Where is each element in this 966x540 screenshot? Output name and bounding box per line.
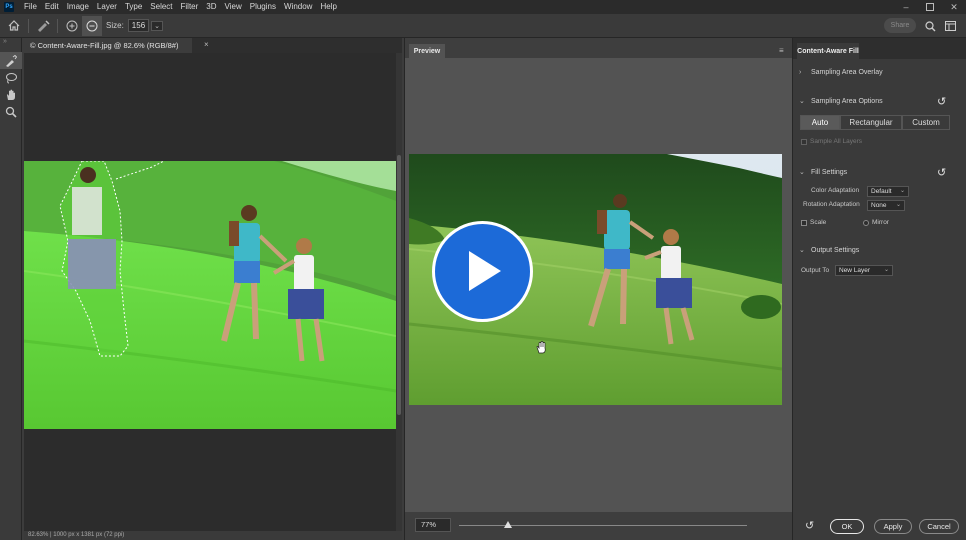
size-input[interactable]: 156: [127, 19, 150, 32]
chevron-down-icon: ⌄: [799, 247, 805, 254]
menu-bar: Ps File Edit Image Layer Type Select Fil…: [0, 0, 966, 14]
section-sampling-overlay[interactable]: › Sampling Area Overlay: [799, 69, 883, 76]
reset-icon[interactable]: ↺: [937, 166, 949, 179]
tools-panel: »: [0, 38, 22, 540]
preview-zoom-bar: 77%: [405, 512, 793, 540]
sampling-custom-button[interactable]: Custom: [902, 115, 950, 130]
section-label: Sampling Area Options: [811, 97, 883, 105]
rotation-adaptation-dropdown[interactable]: None ⌄: [867, 200, 905, 211]
mirror-checkbox[interactable]: [863, 220, 869, 226]
divider: [57, 18, 58, 33]
menu-file[interactable]: File: [20, 0, 41, 14]
dropdown-value: None: [871, 202, 887, 209]
reset-all-icon[interactable]: ↺: [805, 519, 814, 532]
menu-help[interactable]: Help: [316, 0, 340, 14]
size-label: Size:: [106, 21, 124, 30]
output-to-label: Output To: [801, 267, 830, 274]
document-canvas[interactable]: [24, 53, 396, 531]
section-sampling-options[interactable]: ⌄ Sampling Area Options: [799, 97, 883, 106]
hand-cursor-icon: [536, 341, 547, 356]
document-scrollbar-thumb[interactable]: [397, 155, 401, 415]
zoom-slider-thumb[interactable]: [503, 521, 512, 528]
apply-button[interactable]: Apply: [874, 519, 912, 534]
subtract-mode-icon[interactable]: [82, 15, 102, 36]
document-tab[interactable]: © Content-Aware-Fill.jpg @ 82.6% (RGB/8#…: [24, 38, 192, 53]
dropdown-value: New Layer: [839, 267, 871, 274]
home-icon[interactable]: [4, 16, 24, 36]
menu-image[interactable]: Image: [63, 0, 93, 14]
scale-checkbox[interactable]: [801, 220, 807, 226]
toolbar-collapse-icon[interactable]: »: [0, 38, 21, 52]
chevron-right-icon: ›: [799, 69, 802, 76]
document-title: © Content-Aware-Fill.jpg @ 82.6% (RGB/8#…: [30, 41, 179, 50]
chevron-down-icon: ⌄: [883, 267, 889, 273]
panel-menu-icon[interactable]: ≡: [779, 46, 784, 55]
menu-select[interactable]: Select: [146, 0, 176, 14]
scale-label: Scale: [810, 219, 827, 226]
rotation-adaptation-label: Rotation Adaptation: [803, 201, 860, 208]
menu-layer[interactable]: Layer: [93, 0, 121, 14]
color-adaptation-label: Color Adaptation: [811, 187, 860, 194]
chevron-down-icon: ⌄: [799, 169, 805, 176]
options-bar: Size: 156 ⌄: [0, 14, 966, 38]
menu-3d[interactable]: 3D: [202, 0, 220, 14]
workspace-icon[interactable]: [940, 16, 960, 36]
output-to-dropdown[interactable]: New Layer ⌄: [835, 265, 893, 276]
close-window-icon[interactable]: ✕: [942, 0, 966, 14]
play-button[interactable]: [432, 221, 533, 322]
brush-tool-preset-icon[interactable]: [33, 16, 53, 36]
maximize-icon[interactable]: [918, 0, 942, 14]
section-label: Output Settings: [811, 246, 860, 254]
zoom-tool-icon[interactable]: [0, 103, 22, 120]
section-label: Fill Settings: [811, 168, 848, 176]
tab-content-aware-fill[interactable]: Content-Aware Fill: [797, 43, 859, 59]
lasso-tool-icon[interactable]: [0, 69, 22, 86]
minimize-icon[interactable]: –: [894, 0, 918, 14]
section-label: Sampling Area Overlay: [811, 69, 883, 76]
menu-plugins[interactable]: Plugins: [246, 0, 280, 14]
close-document-icon[interactable]: ×: [204, 40, 209, 49]
photoshop-logo: Ps: [4, 2, 14, 12]
cancel-button[interactable]: Cancel: [919, 519, 959, 534]
document-status-bar: 82.63% | 1000 px x 1381 px (72 ppi): [24, 531, 402, 540]
tab-preview[interactable]: Preview: [409, 44, 445, 58]
section-output-settings[interactable]: ⌄ Output Settings: [799, 246, 860, 255]
document-photo: [24, 161, 396, 429]
document-tab-bar: © Content-Aware-Fill.jpg @ 82.6% (RGB/8#…: [24, 38, 402, 53]
sample-all-layers-label: Sample All Layers: [810, 138, 863, 145]
menu-type[interactable]: Type: [121, 0, 146, 14]
menu-filter[interactable]: Filter: [177, 0, 203, 14]
dropdown-value: Default: [871, 188, 892, 195]
color-adaptation-dropdown[interactable]: Default ⌄: [867, 186, 909, 197]
chevron-down-icon: ⌄: [899, 188, 905, 194]
size-dropdown-chevron-icon[interactable]: ⌄: [151, 20, 164, 31]
preview-tab-bar: Preview ≡: [405, 38, 793, 58]
zoom-input[interactable]: 77%: [415, 518, 451, 532]
chevron-down-icon: ⌄: [799, 98, 805, 105]
section-fill-settings[interactable]: ⌄ Fill Settings: [799, 168, 848, 177]
search-icon[interactable]: [920, 16, 940, 36]
sampling-auto-button[interactable]: Auto: [800, 115, 840, 130]
zoom-slider-track[interactable]: [459, 525, 747, 526]
hand-tool-icon[interactable]: [0, 86, 22, 103]
sample-all-layers-checkbox[interactable]: [801, 139, 807, 145]
share-button[interactable]: Share: [884, 18, 916, 33]
reset-icon[interactable]: ↺: [937, 95, 949, 108]
sampling-brush-tool-icon[interactable]: [0, 52, 22, 69]
mirror-label: Mirror: [872, 219, 889, 226]
menu-edit[interactable]: Edit: [41, 0, 63, 14]
caf-tab-bar: Content-Aware Fill: [793, 38, 966, 59]
add-mode-icon[interactable]: [62, 16, 82, 36]
play-icon: [463, 249, 503, 295]
menu-window[interactable]: Window: [280, 0, 316, 14]
content-aware-fill-panel: Content-Aware Fill › Sampling Area Overl…: [792, 38, 966, 540]
menu-view[interactable]: View: [221, 0, 246, 14]
chevron-down-icon: ⌄: [895, 202, 901, 208]
sampling-rectangular-button[interactable]: Rectangular: [840, 115, 902, 130]
ok-button[interactable]: OK: [830, 519, 864, 534]
divider: [28, 18, 29, 33]
